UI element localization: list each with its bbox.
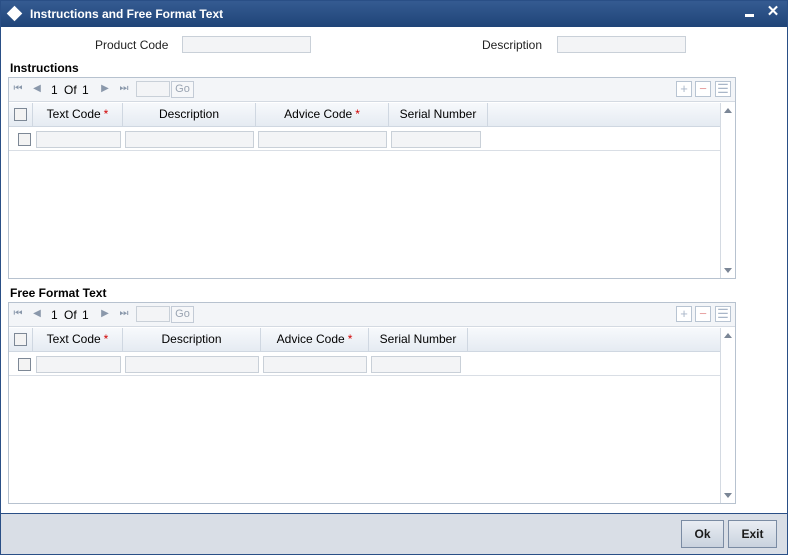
free-format-pager: ⏮ ◀ 1 Of 1 ▶ ⏭ Go + − ☰ (9, 303, 735, 327)
col-text-code[interactable]: Text Code * (33, 103, 123, 126)
product-code-label: Product Code (95, 38, 169, 52)
row-checkbox[interactable] (18, 358, 31, 371)
go-button[interactable]: Go (171, 81, 194, 98)
serial-number-input[interactable] (371, 356, 461, 373)
advice-code-input[interactable] (258, 131, 387, 148)
total-pages: 1 (82, 308, 89, 322)
current-page: 1 (51, 308, 58, 322)
col-advice-code[interactable]: Advice Code * (256, 103, 389, 126)
serial-number-input[interactable] (391, 131, 481, 148)
last-page-icon[interactable]: ⏭ (118, 82, 130, 96)
total-pages: 1 (82, 83, 89, 97)
window-title: Instructions and Free Format Text (30, 7, 224, 21)
free-format-section-title: Free Format Text (10, 286, 107, 300)
ok-button[interactable]: Ok (681, 520, 724, 548)
first-page-icon[interactable]: ⏮ (12, 82, 24, 96)
dialog-footer: Ok Exit (1, 513, 787, 554)
required-mark: * (355, 107, 360, 121)
col-serial-number[interactable]: Serial Number (389, 103, 488, 126)
table-row (9, 127, 720, 151)
required-mark: * (347, 332, 353, 346)
required-mark: * (103, 332, 109, 346)
scroll-up-icon[interactable] (724, 333, 732, 338)
select-all-cell (9, 103, 33, 126)
close-icon[interactable]: ✕ (765, 3, 781, 21)
col-advice-code[interactable]: Advice Code * (261, 328, 369, 351)
col-description[interactable]: Description (123, 328, 261, 351)
page-number-input[interactable] (136, 306, 170, 322)
scroll-up-icon[interactable] (724, 108, 732, 113)
text-code-input[interactable] (36, 131, 121, 148)
select-all-cell (9, 328, 33, 351)
description-field[interactable] (557, 36, 686, 53)
delete-row-icon[interactable]: − (695, 81, 711, 97)
title-bar[interactable]: Instructions and Free Format Text ✕ (1, 1, 787, 27)
select-all-checkbox[interactable] (14, 108, 27, 121)
instructions-scrollbar[interactable] (720, 103, 735, 278)
of-label: Of (64, 308, 77, 322)
instructions-grid-header: Text Code * Description Advice Code * Seri… (9, 103, 720, 127)
product-code-field[interactable] (182, 36, 311, 53)
free-format-scrollbar[interactable] (720, 328, 735, 503)
next-page-icon[interactable]: ▶ (99, 82, 111, 96)
instructions-section-title: Instructions (10, 61, 79, 75)
instructions-pager: ⏮ ◀ 1 Of 1 ▶ ⏭ Go + − ☰ (9, 78, 735, 102)
free-format-grid-header: Text Code * Description Advice Code * Seri… (9, 328, 720, 352)
dialog-window: Instructions and Free Format Text ✕ Prod… (0, 0, 788, 555)
next-page-icon[interactable]: ▶ (99, 307, 111, 321)
prev-page-icon[interactable]: ◀ (31, 307, 43, 321)
single-view-icon[interactable]: ☰ (715, 306, 731, 322)
current-page: 1 (51, 83, 58, 97)
description-input[interactable] (125, 131, 254, 148)
add-row-icon[interactable]: + (676, 81, 692, 97)
delete-row-icon[interactable]: − (695, 306, 711, 322)
text-code-input[interactable] (36, 356, 121, 373)
scroll-down-icon[interactable] (724, 268, 732, 273)
exit-button[interactable]: Exit (728, 520, 777, 548)
description-label: Description (482, 38, 543, 52)
page-number-input[interactable] (136, 81, 170, 97)
scroll-down-icon[interactable] (724, 493, 732, 498)
first-page-icon[interactable]: ⏮ (12, 307, 24, 321)
table-row (9, 352, 720, 376)
row-checkbox[interactable] (18, 133, 31, 146)
minimize-icon[interactable] (745, 14, 754, 17)
free-format-grid: ⏮ ◀ 1 Of 1 ▶ ⏭ Go + − ☰ Text Code * Descr… (8, 302, 736, 504)
col-text-code[interactable]: Text Code * (33, 328, 123, 351)
last-page-icon[interactable]: ⏭ (118, 307, 130, 321)
prev-page-icon[interactable]: ◀ (31, 82, 43, 96)
select-all-checkbox[interactable] (14, 333, 27, 346)
of-label: Of (64, 83, 77, 97)
instructions-grid: ⏮ ◀ 1 Of 1 ▶ ⏭ Go + − ☰ Text Code * Descr… (8, 77, 736, 279)
col-description[interactable]: Description (123, 103, 256, 126)
add-row-icon[interactable]: + (676, 306, 692, 322)
go-button[interactable]: Go (171, 306, 194, 323)
single-view-icon[interactable]: ☰ (715, 81, 731, 97)
col-serial-number[interactable]: Serial Number (369, 328, 468, 351)
advice-code-input[interactable] (263, 356, 367, 373)
required-mark: * (103, 107, 109, 121)
description-input[interactable] (125, 356, 259, 373)
window-diamond-icon (6, 5, 23, 22)
